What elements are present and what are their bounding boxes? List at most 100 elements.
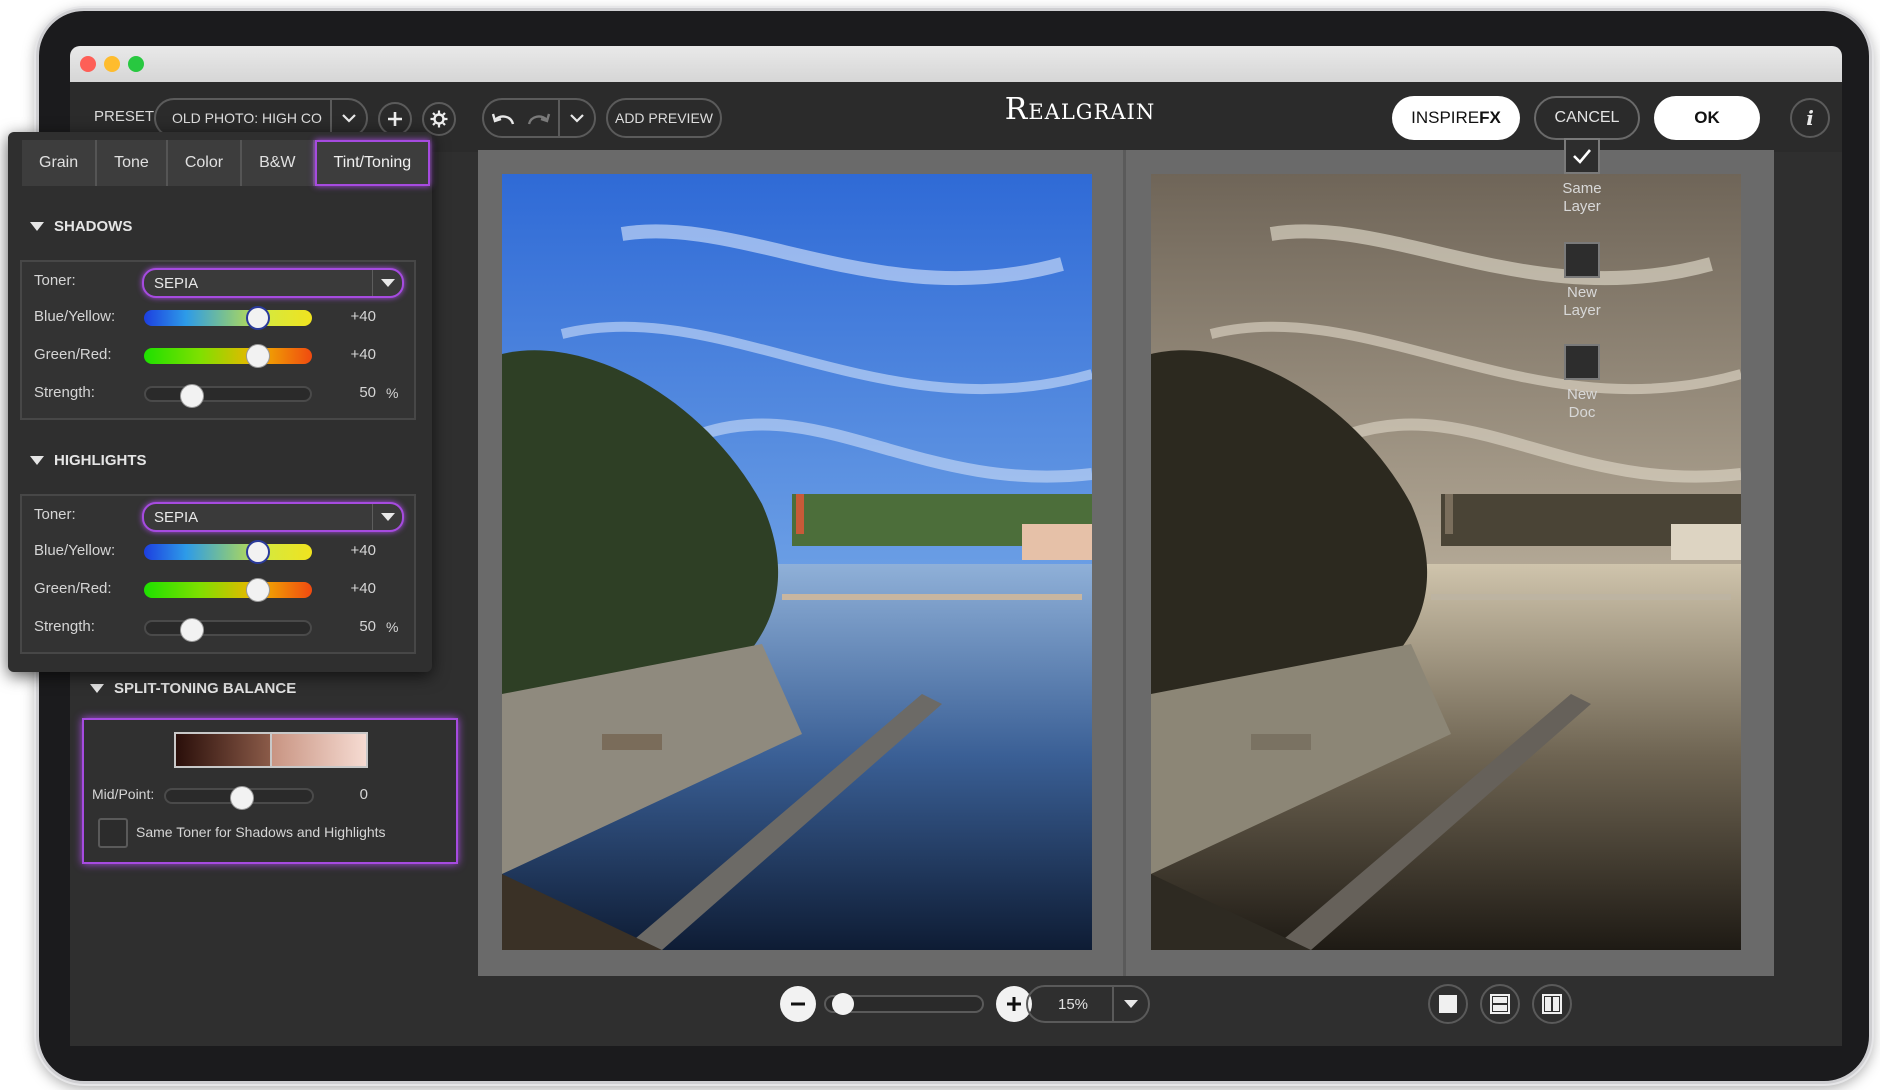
- shadows-strength-slider[interactable]: [144, 384, 312, 408]
- zoom-slider-knob[interactable]: [832, 993, 854, 1015]
- split-toning-swatch: [174, 732, 368, 768]
- zoom-window-button[interactable]: [128, 56, 144, 72]
- plus-icon: [1007, 997, 1021, 1011]
- highlights-green-red-label: Green/Red:: [34, 580, 112, 597]
- view-split-vertical-button[interactable]: [1532, 984, 1572, 1024]
- checkmark-icon: [1573, 149, 1591, 164]
- view-single-button[interactable]: [1428, 984, 1468, 1024]
- new-doc-checkbox[interactable]: [1564, 344, 1600, 380]
- tab-tone[interactable]: Tone: [97, 140, 168, 186]
- shadows-strength-value: 50: [359, 384, 376, 401]
- info-button[interactable]: i: [1790, 98, 1830, 138]
- zoom-select[interactable]: 15%: [1026, 985, 1150, 1023]
- highlights-blue-yellow-knob[interactable]: [246, 540, 270, 564]
- highlights-blue-yellow-label: Blue/Yellow:: [34, 542, 116, 559]
- shadows-green-red-label: Green/Red:: [34, 346, 112, 363]
- tab-color[interactable]: Color: [167, 140, 243, 186]
- shadows-green-red-slider[interactable]: [144, 344, 312, 368]
- redo-icon: [527, 113, 551, 125]
- undo-button[interactable]: [488, 106, 520, 132]
- same-layer-label-line2: Layer: [1563, 198, 1601, 215]
- highlight-tone-swatch: [270, 734, 366, 766]
- shadows-strength-unit: %: [386, 385, 399, 401]
- shadows-header[interactable]: SHADOWS: [30, 218, 132, 235]
- shadows-title: SHADOWS: [54, 218, 133, 235]
- plus-icon: [388, 112, 402, 126]
- chevron-down-icon[interactable]: [330, 100, 366, 136]
- view-split-horizontal-button[interactable]: [1480, 984, 1520, 1024]
- shadows-green-red-value: +40: [350, 346, 376, 363]
- same-toner-checkbox[interactable]: [98, 818, 128, 848]
- ok-button[interactable]: OK: [1654, 96, 1760, 140]
- shadows-blue-yellow-value: +40: [350, 308, 376, 325]
- tab-bw[interactable]: B&W: [242, 140, 315, 186]
- zoom-out-button[interactable]: [780, 986, 816, 1022]
- highlights-blue-yellow-slider[interactable]: [144, 540, 312, 564]
- highlights-strength-value: 50: [359, 618, 376, 635]
- midpoint-slider-knob[interactable]: [230, 786, 254, 810]
- new-doc-label-line2: Doc: [1568, 404, 1596, 421]
- shadows-blue-yellow-label: Blue/Yellow:: [34, 308, 116, 325]
- highlights-toner-dropdown[interactable]: [372, 504, 402, 530]
- zoom-dropdown-button[interactable]: [1112, 987, 1148, 1021]
- shadows-green-red-knob[interactable]: [246, 344, 270, 368]
- redo-button[interactable]: [522, 106, 554, 132]
- minus-icon: [791, 1002, 805, 1006]
- same-layer-label: Same Layer: [1547, 180, 1617, 216]
- shadows-toner-dropdown[interactable]: [372, 270, 402, 296]
- add-preview-button[interactable]: ADD PREVIEW: [606, 98, 722, 138]
- shadows-strength-knob[interactable]: [180, 384, 204, 408]
- highlights-green-red-value: +40: [350, 580, 376, 597]
- tab-tint-toning[interactable]: Tint/Toning: [314, 140, 431, 186]
- preset-value: OLD PHOTO: HIGH CON: [172, 110, 322, 126]
- triangle-down-icon: [30, 222, 44, 231]
- same-layer-checkbox[interactable]: [1564, 138, 1600, 174]
- new-layer-label: New Layer: [1547, 284, 1617, 320]
- split-divider[interactable]: [1123, 150, 1126, 976]
- caret-down-icon: [1124, 1000, 1138, 1008]
- inspirefx-suffix: FX: [1479, 108, 1501, 127]
- add-preset-button[interactable]: [378, 102, 412, 136]
- highlights-green-red-slider[interactable]: [144, 578, 312, 602]
- same-layer-label-line1: Same: [1562, 180, 1602, 197]
- midpoint-value: 0: [359, 786, 368, 803]
- same-toner-label: Same Toner for Shadows and Highlights: [136, 824, 386, 840]
- close-window-button[interactable]: [80, 56, 96, 72]
- new-layer-label-line1: New: [1566, 284, 1597, 301]
- single-view-icon: [1439, 995, 1457, 1013]
- processed-photo-image: [1151, 174, 1741, 950]
- shadows-group: Toner: SEPIA Blue/Yellow: +40 Green/Red:…: [20, 260, 416, 420]
- cancel-button[interactable]: CANCEL: [1534, 96, 1640, 140]
- highlights-header[interactable]: HIGHLIGHTS: [30, 452, 147, 469]
- highlights-toner-label: Toner:: [34, 506, 76, 523]
- processed-photo: [1151, 174, 1741, 950]
- highlights-green-red-knob[interactable]: [246, 578, 270, 602]
- minimize-window-button[interactable]: [104, 56, 120, 72]
- tint-toning-panel: Grain Tone Color B&W Tint/Toning SHADOWS…: [8, 132, 432, 672]
- shadow-tone-swatch: [176, 734, 270, 766]
- triangle-down-icon: [30, 456, 44, 465]
- shadows-toner-value: SEPIA: [154, 274, 199, 292]
- zoom-slider[interactable]: [824, 993, 984, 1015]
- caret-down-icon: [380, 513, 395, 521]
- history-controls: [482, 98, 596, 138]
- split-toning-header[interactable]: SPLIT-TONING BALANCE: [90, 680, 296, 697]
- shadows-blue-yellow-knob[interactable]: [246, 306, 270, 330]
- tab-grain[interactable]: Grain: [22, 140, 98, 186]
- highlights-strength-unit: %: [386, 619, 399, 635]
- highlights-strength-knob[interactable]: [180, 618, 204, 642]
- highlights-blue-yellow-value: +40: [350, 542, 376, 559]
- inspirefx-button[interactable]: INSPIRE FX: [1392, 96, 1520, 140]
- preset-settings-button[interactable]: [422, 102, 456, 136]
- brand-title: Realgrain: [1004, 92, 1156, 127]
- highlights-strength-slider[interactable]: [144, 618, 312, 642]
- zoom-value: 15%: [1058, 995, 1089, 1013]
- new-layer-checkbox[interactable]: [1564, 242, 1600, 278]
- split-vertical-icon: [1542, 994, 1562, 1014]
- history-menu-button[interactable]: [558, 100, 594, 136]
- midpoint-slider[interactable]: [164, 786, 314, 810]
- highlights-toner-select[interactable]: SEPIA: [142, 502, 404, 532]
- shadows-blue-yellow-slider[interactable]: [144, 306, 312, 330]
- shadows-toner-select[interactable]: SEPIA: [142, 268, 404, 298]
- new-doc-label-line1: New: [1566, 386, 1597, 403]
